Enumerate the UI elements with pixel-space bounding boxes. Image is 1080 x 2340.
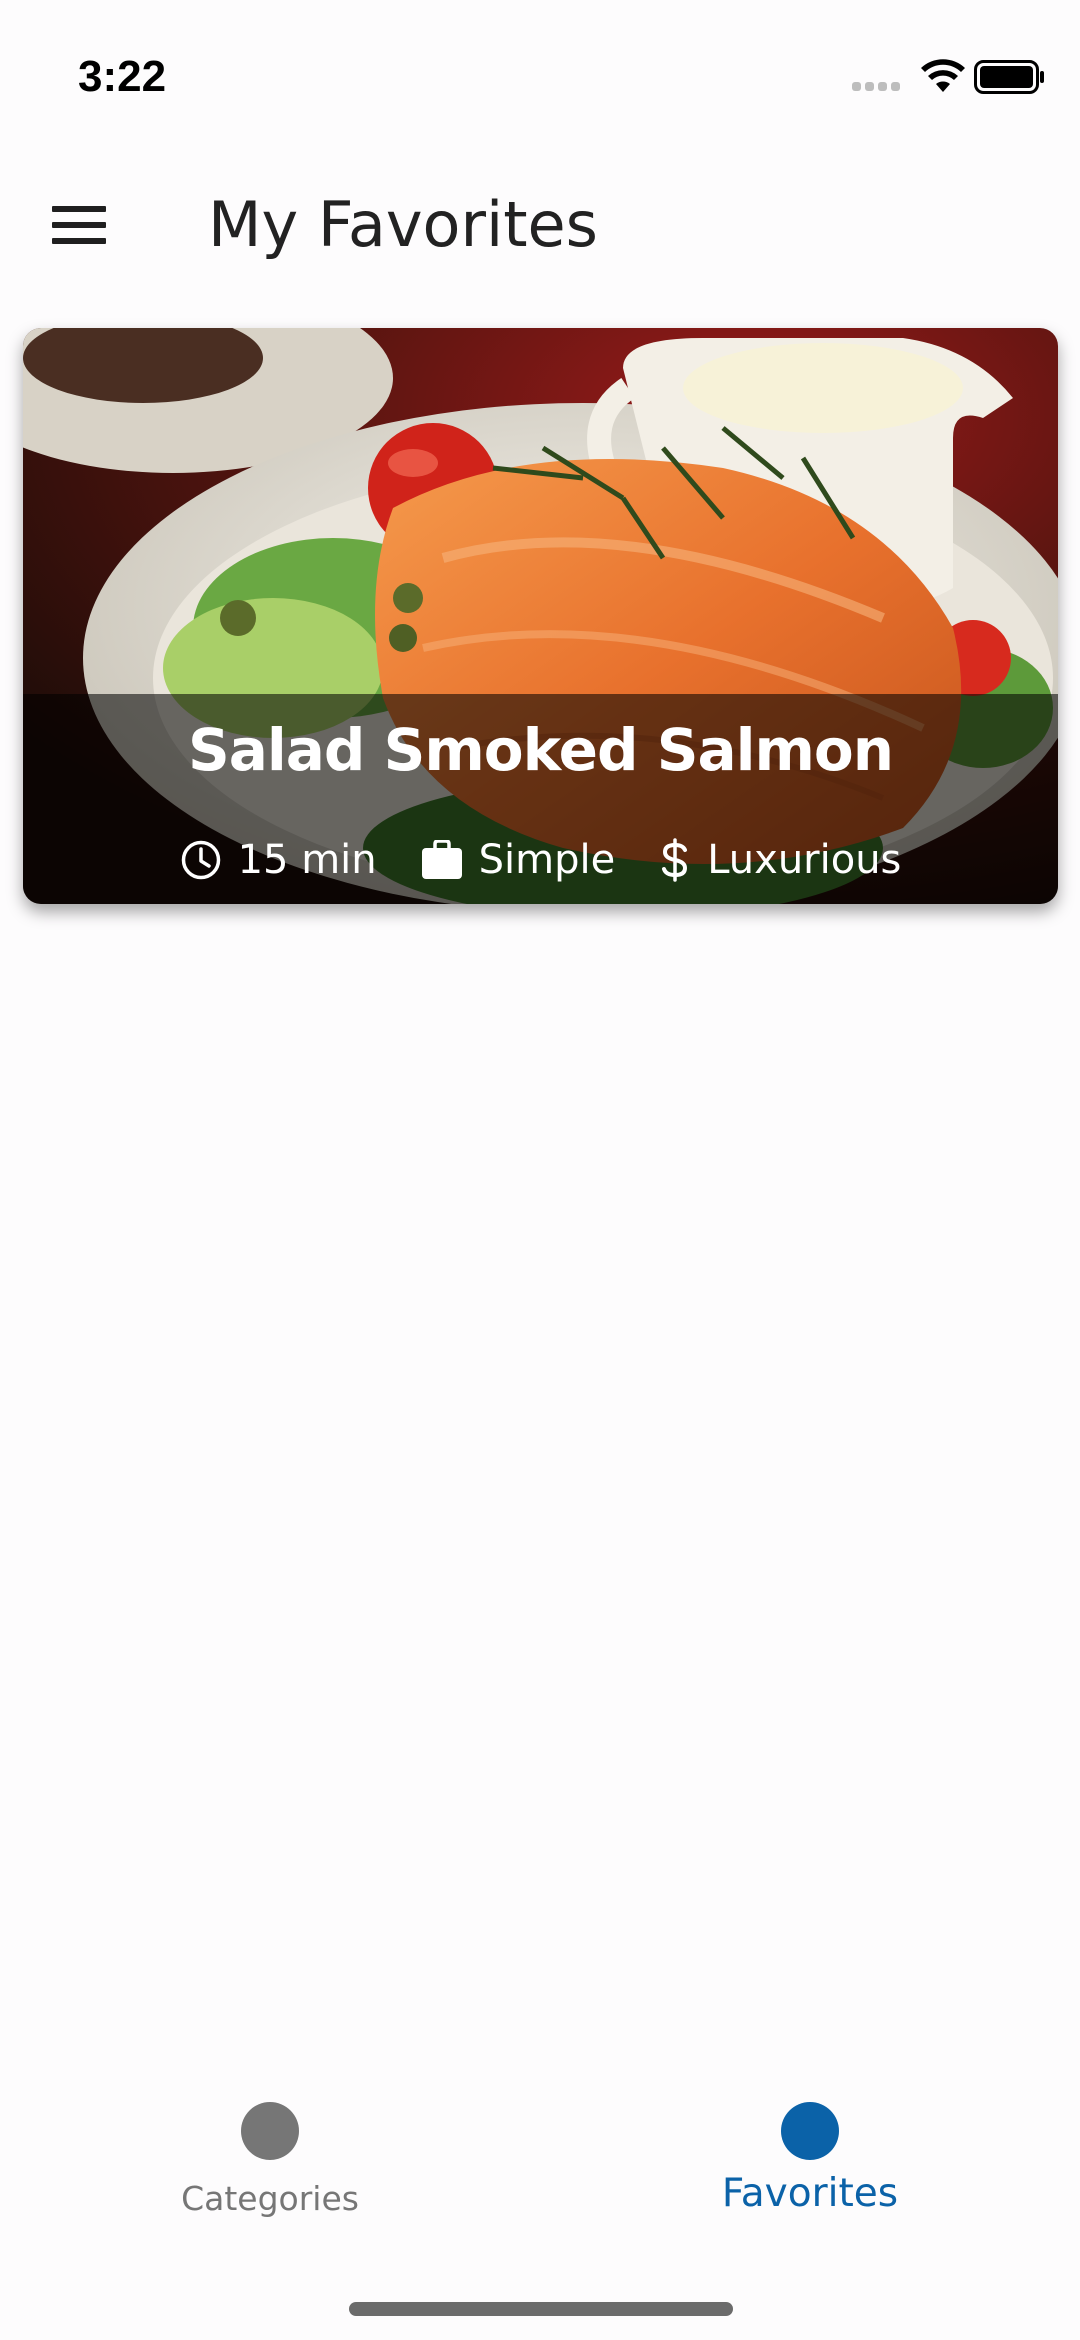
- battery-icon: [974, 60, 1044, 94]
- meta-affordability: Luxurious: [659, 837, 901, 883]
- favorites-screen: 3:22 My Favorites Salad Smoked Salmon 15…: [0, 0, 1080, 2340]
- hamburger-menu-icon[interactable]: [52, 204, 108, 246]
- meal-complexity: Simple: [478, 837, 616, 883]
- meta-complexity: Simple: [421, 837, 616, 883]
- wifi-icon: [921, 59, 965, 92]
- page-title: My Favorites: [208, 188, 598, 261]
- meal-affordability: Luxurious: [707, 837, 902, 883]
- tab-categories[interactable]: Categories: [0, 2075, 540, 2225]
- briefcase-icon: [421, 840, 462, 879]
- meal-card[interactable]: Salad Smoked Salmon 15 min Simple Luxuri…: [23, 328, 1058, 904]
- tab-categories-label: Categories: [181, 2179, 359, 2218]
- clock-icon: [181, 840, 220, 880]
- meal-meta: 15 min Simple Luxurious: [23, 832, 1058, 888]
- cellular-signal-icon: [852, 82, 902, 92]
- status-bar: 3:22: [0, 0, 1080, 150]
- tab-favorites[interactable]: Favorites: [540, 2075, 1080, 2225]
- categories-tab-icon: [241, 2102, 299, 2160]
- meal-duration: 15 min: [237, 837, 377, 883]
- tab-favorites-label: Favorites: [721, 2171, 899, 2216]
- dollar-icon: [662, 838, 688, 882]
- home-indicator[interactable]: [349, 2302, 733, 2316]
- bottom-tab-bar: Categories Favorites: [0, 2075, 1080, 2340]
- meal-title: Salad Smoked Salmon: [187, 716, 894, 784]
- favorites-tab-icon: [781, 2102, 839, 2160]
- meta-duration: 15 min: [180, 837, 377, 883]
- app-bar: My Favorites: [0, 150, 1080, 300]
- status-time: 3:22: [78, 52, 167, 101]
